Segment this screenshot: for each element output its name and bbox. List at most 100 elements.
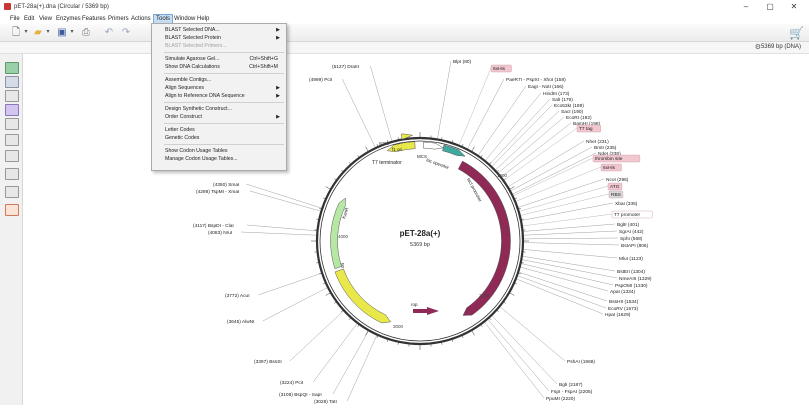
restriction-site-label[interactable]: SphI (568) — [620, 236, 643, 242]
undo-icon[interactable]: ↶ — [103, 26, 115, 39]
leader-line — [478, 86, 526, 155]
cart-icon[interactable]: 🛒 — [789, 26, 804, 40]
restriction-site-label[interactable]: (4117) BspDI - ClaI — [193, 223, 234, 229]
new-file-icon[interactable]: 🗋 — [10, 26, 22, 39]
restriction-site-label[interactable]: NheI (231) — [586, 139, 609, 145]
gel-view-icon[interactable] — [5, 204, 19, 216]
restriction-site-label[interactable]: BstAPI (806) — [621, 243, 649, 249]
menu-item-show-dna-calculations[interactable]: Show DNA CalculationsCtrl+Shift+M — [152, 63, 286, 71]
history-view-icon[interactable] — [5, 134, 19, 146]
menu-item-show-codon-usage-tables[interactable]: Show Codon Usage Tables — [152, 147, 286, 155]
restriction-site-label[interactable]: (3645) AlwNI — [227, 319, 254, 325]
menu-view[interactable]: View — [37, 14, 54, 24]
menu-item-order-construct[interactable]: Order Construct▶ — [152, 113, 286, 121]
restriction-site-label[interactable]: NmeAIII (1329) — [619, 276, 652, 282]
tick-label: 1000 — [497, 173, 508, 178]
menu-item-simulate-agarose-gel[interactable]: Simulate Agarose Gel...Ctrl+Shift+G — [152, 55, 286, 63]
menu-item-align-to-reference-dna-sequence[interactable]: Align to Reference DNA Sequence▶ — [152, 92, 286, 100]
ori-arc[interactable] — [335, 269, 391, 323]
restriction-site-label[interactable]: BssHII (1534) — [609, 299, 639, 305]
restriction-site-label[interactable]: MluI (1123) — [619, 256, 643, 262]
restriction-site-label[interactable]: (3108) BspQI - SapI — [279, 392, 322, 398]
map-view-icon[interactable] — [5, 62, 19, 74]
print-icon[interactable]: ⎙ — [80, 26, 92, 39]
restriction-site-label[interactable]: BmtI (235) — [594, 145, 617, 151]
menu-item-design-synthetic-construct[interactable]: Design Synthetic Construct... — [152, 105, 286, 113]
menu-item-align-sequences[interactable]: Align Sequences▶ — [152, 84, 286, 92]
restriction-site-label[interactable]: BstEII (1304) — [617, 269, 645, 275]
restriction-site-label[interactable]: (3397) BssSI — [254, 359, 282, 365]
redo-icon[interactable]: ↷ — [120, 26, 132, 39]
restriction-site-label[interactable]: (4350) SmaI — [213, 182, 239, 188]
enzymes-view-icon[interactable] — [5, 90, 19, 102]
menu-item-manage-codon-usage-tables[interactable]: Manage Codon Usage Tables... — [152, 155, 286, 163]
restriction-site-label[interactable]: (3028) TatI — [314, 399, 337, 405]
rop-arc[interactable] — [413, 307, 439, 315]
restriction-site-label[interactable]: PspOMI (1330) — [615, 283, 648, 289]
restriction-site-label[interactable]: PpuMI (2220) — [546, 396, 575, 402]
menu-primers[interactable]: Primers — [106, 14, 131, 24]
leader-line — [499, 117, 564, 173]
leader-line — [511, 147, 592, 191]
restriction-site-label[interactable]: (3224) PciI — [280, 380, 303, 386]
menu-features[interactable]: Features — [80, 14, 108, 24]
plasmid-length: 5369 bp — [410, 242, 430, 248]
dna-view-icon[interactable] — [5, 186, 19, 198]
primers-view-icon[interactable] — [5, 118, 19, 130]
restriction-site-label[interactable]: SgrAI (442) — [619, 229, 644, 235]
menu-item-blast-selected-primers[interactable]: BLAST Selected Primers... — [152, 42, 286, 50]
menu-actions[interactable]: Actions — [129, 14, 153, 24]
save-dropdown-icon[interactable]: ▾ — [68, 26, 76, 39]
restriction-site-label[interactable]: ApaI (1334) — [610, 289, 635, 295]
restriction-site-label[interactable]: SacI (190) — [561, 109, 584, 115]
menu-file[interactable]: File — [8, 14, 22, 24]
restriction-site-label[interactable]: PaeR7I - PspXI - XhoI (158) — [506, 77, 566, 83]
restriction-site-label[interactable]: (4999) PciI — [309, 77, 332, 83]
restriction-site-label[interactable]: (4083) NruI — [208, 230, 232, 236]
restriction-site-label[interactable]: EcoRV (1573) — [608, 306, 638, 312]
restriction-site-label[interactable]: (3772) AcuI — [225, 293, 250, 299]
restriction-site-label[interactable]: PshAI (1968) — [567, 359, 595, 365]
restriction-site-label[interactable]: NcoI (296) — [606, 177, 629, 183]
menu-item-genetic-codes[interactable]: Genetic Codes — [152, 134, 286, 142]
tick-label: 5000 — [379, 141, 390, 146]
menu-item-label: Manage Codon Usage Tables... — [165, 155, 238, 163]
restriction-site-label[interactable]: HpaI (1629) — [605, 312, 631, 318]
open-folder-icon[interactable]: ▰ — [32, 26, 44, 39]
menu-item-label: Order Construct — [165, 113, 202, 121]
leader-line — [258, 273, 321, 295]
restriction-site-label[interactable]: SalI (179) — [552, 97, 573, 103]
menu-item-assemble-contigs[interactable]: Assemble Contigs... — [152, 76, 286, 84]
restriction-site-label[interactable]: (4298) TspMI - XmaI — [196, 189, 239, 195]
new-file-dropdown-icon[interactable]: ▾ — [22, 26, 30, 39]
restriction-site-label[interactable]: XbaI (335) — [615, 201, 638, 207]
restriction-site-label[interactable]: FspI - FspAI (2205) — [551, 389, 593, 395]
menu-edit[interactable]: Edit — [22, 14, 36, 24]
restriction-site-label[interactable]: Eco53kI (189) — [554, 103, 584, 109]
restriction-site-label[interactable]: HindIII (173) — [543, 91, 570, 97]
restriction-site-label[interactable]: BlpI (80) — [453, 59, 472, 65]
maximize-button[interactable]: ▢ — [760, 0, 780, 14]
alignment-view-icon[interactable] — [5, 168, 19, 180]
restriction-site-label[interactable]: BglI (2187) — [559, 382, 583, 388]
sequence-view-icon[interactable] — [5, 76, 19, 88]
sequence-status-bar: ⚙ 5369 bp (DNA) — [0, 42, 809, 54]
features-view-icon[interactable] — [5, 104, 19, 116]
restriction-site-label[interactable]: EagI - NotI (166) — [528, 84, 564, 90]
minimize-button[interactable]: – — [736, 0, 756, 14]
save-icon[interactable]: ▣ — [56, 26, 68, 39]
tick-mark — [509, 187, 514, 190]
leader-line — [524, 224, 615, 231]
menu-item-letter-codes[interactable]: Letter Codes — [152, 126, 286, 134]
menu-item-blast-selected-dna[interactable]: BLAST Selected DNA...▶ — [152, 26, 286, 34]
restriction-site-label[interactable]: (5127) DraIII — [332, 64, 359, 70]
menu-item-blast-selected-protein[interactable]: BLAST Selected Protein▶ — [152, 34, 286, 42]
restriction-site-label[interactable]: EcoRI (192) — [566, 115, 592, 121]
menu-enzymes[interactable]: Enzymes — [54, 14, 83, 24]
close-button[interactable]: ✕ — [784, 0, 804, 14]
leader-line — [490, 99, 550, 164]
menu-separator — [164, 144, 284, 145]
description-view-icon[interactable] — [5, 150, 19, 162]
open-dropdown-icon[interactable]: ▾ — [44, 26, 52, 39]
restriction-site-label[interactable]: BglII (401) — [617, 222, 640, 228]
